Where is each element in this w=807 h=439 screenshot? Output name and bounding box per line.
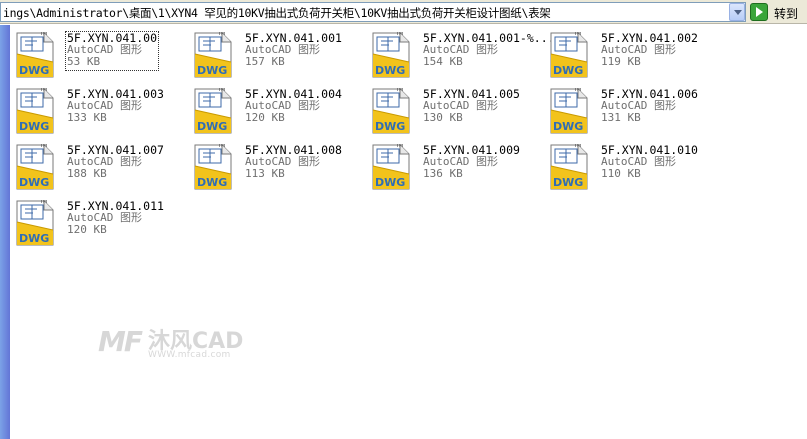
- dwg-icon-label: DWG: [19, 120, 49, 133]
- address-bar: ings\Administrator\桌面\1\XYN4 罕见的10KV抽出式负…: [0, 0, 807, 24]
- dwg-icon-label: DWG: [19, 176, 49, 189]
- file-size: 110 KB: [601, 167, 641, 180]
- file-size: 157 KB: [245, 55, 285, 68]
- dwg-icon-label: DWG: [197, 176, 227, 189]
- file-size: 154 KB: [423, 55, 463, 68]
- file-size: 136 KB: [423, 167, 463, 180]
- file-size: 131 KB: [601, 111, 641, 124]
- go-button-label: 转到: [774, 7, 799, 21]
- dwg-file-icon: TM DWG: [16, 88, 54, 134]
- watermark-logo: MF 沐风CAD WWW.mfcad.com: [98, 323, 268, 363]
- file-item[interactable]: TM DWG 5F.XYN.041.005 AutoCAD 图形 130 KB: [367, 86, 537, 138]
- file-item[interactable]: TM DWG 5F.XYN.041.006 AutoCAD 图形 131 KB: [545, 86, 715, 138]
- watermark-url: WWW.mfcad.com: [148, 350, 231, 360]
- dwg-file-icon: TM DWG: [16, 32, 54, 78]
- dwg-file-icon: TM DWG: [372, 144, 410, 190]
- file-item[interactable]: TM DWG 5F.XYN.041.009 AutoCAD 图形 136 KB: [367, 142, 537, 194]
- file-item[interactable]: TM DWG 5F.XYN.041.010 AutoCAD 图形 110 KB: [545, 142, 715, 194]
- svg-text:TM: TM: [217, 32, 225, 37]
- dwg-icon-label: DWG: [197, 64, 227, 77]
- svg-text:TM: TM: [573, 88, 581, 93]
- svg-text:TM: TM: [39, 200, 47, 205]
- file-size: 133 KB: [67, 111, 107, 124]
- svg-text:TM: TM: [217, 88, 225, 93]
- dwg-file-icon: TM DWG: [550, 144, 588, 190]
- dwg-file-icon: TM DWG: [372, 32, 410, 78]
- dwg-file-icon: TM DWG: [194, 32, 232, 78]
- file-item[interactable]: TM DWG 5F.XYN.041.004 AutoCAD 图形 120 KB: [189, 86, 359, 138]
- svg-text:TM: TM: [395, 88, 403, 93]
- file-item[interactable]: TM DWG 5F.XYN.041.011 AutoCAD 图形 120 KB: [11, 198, 181, 250]
- file-item[interactable]: TM DWG 5F.XYN.041.003 AutoCAD 图形 133 KB: [11, 86, 181, 138]
- file-item[interactable]: TM DWG 5F.XYN.041.007 AutoCAD 图形 188 KB: [11, 142, 181, 194]
- dwg-icon-label: DWG: [19, 64, 49, 77]
- file-size: 120 KB: [67, 223, 107, 236]
- dwg-icon-label: DWG: [553, 120, 583, 133]
- svg-text:TM: TM: [573, 32, 581, 37]
- file-item[interactable]: TM DWG 5F.XYN.041.002 AutoCAD 图形 119 KB: [545, 30, 715, 82]
- file-size: 120 KB: [245, 111, 285, 124]
- file-size: 119 KB: [601, 55, 641, 68]
- task-pane-edge: [0, 25, 10, 439]
- address-dropdown-button[interactable]: [729, 3, 745, 21]
- file-size: 188 KB: [67, 167, 107, 180]
- dwg-file-icon: TM DWG: [194, 144, 232, 190]
- file-item[interactable]: TM DWG 5F.XYN.041.001 AutoCAD 图形 157 KB: [189, 30, 359, 82]
- dwg-file-icon: TM DWG: [372, 88, 410, 134]
- dwg-icon-label: DWG: [19, 232, 49, 245]
- svg-text:TM: TM: [395, 144, 403, 149]
- dwg-file-icon: TM DWG: [16, 200, 54, 246]
- dwg-file-icon: TM DWG: [16, 144, 54, 190]
- dwg-icon-label: DWG: [553, 176, 583, 189]
- svg-text:TM: TM: [39, 88, 47, 93]
- file-size: 130 KB: [423, 111, 463, 124]
- file-item[interactable]: TM DWG 5F.XYN.041.008 AutoCAD 图形 113 KB: [189, 142, 359, 194]
- address-input[interactable]: ings\Administrator\桌面\1\XYN4 罕见的10KV抽出式负…: [0, 2, 746, 22]
- svg-text:TM: TM: [39, 32, 47, 37]
- svg-text:TM: TM: [39, 144, 47, 149]
- file-size: 113 KB: [245, 167, 285, 180]
- file-size: 53 KB: [67, 55, 101, 68]
- svg-text:TM: TM: [217, 144, 225, 149]
- go-button[interactable]: 转到: [750, 3, 806, 22]
- address-path: ings\Administrator\桌面\1\XYN4 罕见的10KV抽出式负…: [3, 6, 551, 20]
- watermark-mark: MF: [98, 325, 143, 358]
- dwg-icon-label: DWG: [197, 120, 227, 133]
- svg-text:TM: TM: [573, 144, 581, 149]
- dwg-icon-label: DWG: [553, 64, 583, 77]
- dwg-file-icon: TM DWG: [194, 88, 232, 134]
- svg-text:TM: TM: [395, 32, 403, 37]
- file-item[interactable]: TM DWG 5F.XYN.041.00 AutoCAD 图形 53 KB: [11, 30, 181, 82]
- dwg-icon-label: DWG: [375, 120, 405, 133]
- dwg-icon-label: DWG: [375, 64, 405, 77]
- file-item[interactable]: TM DWG 5F.XYN.041.001-%... AutoCAD 图形 154 KB: [367, 30, 555, 82]
- dwg-icon-label: DWG: [375, 176, 405, 189]
- dwg-file-icon: TM DWG: [550, 88, 588, 134]
- go-arrow-icon: [750, 3, 768, 21]
- dwg-file-icon: TM DWG: [550, 32, 588, 78]
